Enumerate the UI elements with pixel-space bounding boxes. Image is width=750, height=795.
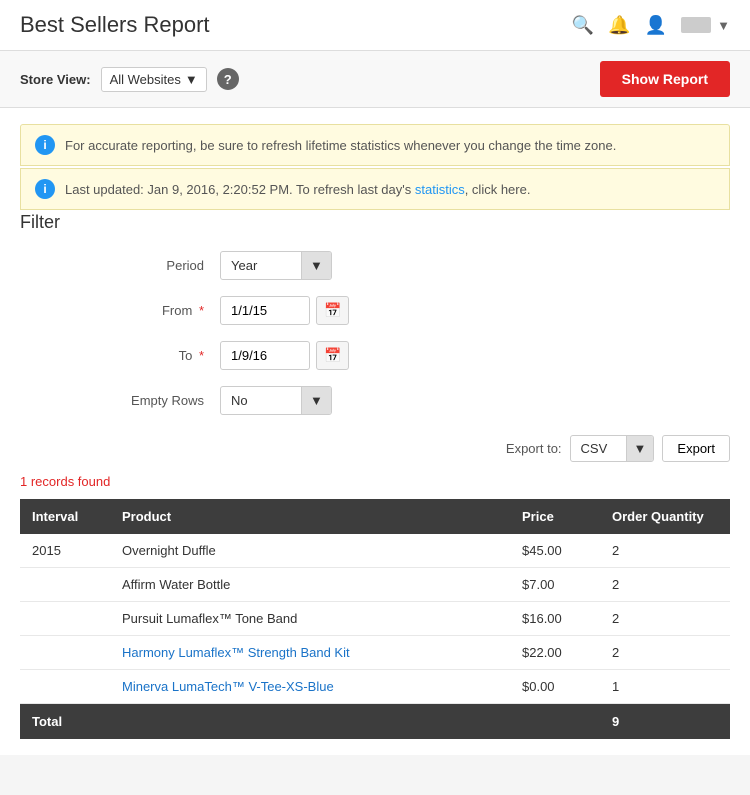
table-row: Pursuit Lumaflex™ Tone Band$16.002 <box>20 602 730 636</box>
user-avatar <box>681 17 711 33</box>
filter-form: Period Year ▼ From * 📅 To * <box>20 251 730 415</box>
cell-price: $45.00 <box>510 534 600 568</box>
empty-rows-label: Empty Rows <box>20 393 220 408</box>
export-format-value: CSV <box>571 436 626 461</box>
store-view-arrow: ▼ <box>185 72 198 87</box>
cell-price: $16.00 <box>510 602 600 636</box>
store-view-label: Store View: <box>20 72 91 87</box>
col-header-price: Price <box>510 499 600 534</box>
cell-product: Overnight Duffle <box>110 534 510 568</box>
cell-product: Affirm Water Bottle <box>110 568 510 602</box>
user-area[interactable]: ▼ <box>681 17 730 33</box>
from-required: * <box>195 303 204 318</box>
col-header-interval: Interval <box>20 499 110 534</box>
product-link[interactable]: Harmony Lumaflex™ Strength Band Kit <box>122 645 350 660</box>
empty-rows-value: No <box>221 387 301 414</box>
store-view-dropdown[interactable]: All Websites ▼ <box>101 67 207 92</box>
empty-rows-control: No ▼ <box>220 386 332 415</box>
product-link[interactable]: Minerva LumaTech™ V-Tee-XS-Blue <box>122 679 334 694</box>
period-arrow[interactable]: ▼ <box>301 252 331 279</box>
table-row: Harmony Lumaflex™ Strength Band Kit $22.0… <box>20 636 730 670</box>
empty-rows-select[interactable]: No ▼ <box>220 386 332 415</box>
to-label: To * <box>20 348 220 363</box>
export-row: Export to: CSV ▼ Export <box>20 435 730 462</box>
records-found: 1 records found <box>20 474 730 489</box>
empty-rows-row: Empty Rows No ▼ <box>20 386 730 415</box>
cell-interval: 2015 <box>20 534 110 568</box>
cell-qty: 2 <box>600 602 730 636</box>
search-icon[interactable]: 🔍 <box>572 15 594 36</box>
top-header: Best Sellers Report 🔍 🔔 👤 ▼ <box>0 0 750 51</box>
to-control: 📅 <box>220 341 349 370</box>
main-content: i For accurate reporting, be sure to ref… <box>0 108 750 755</box>
cell-interval <box>20 602 110 636</box>
info-text-before: Last updated: Jan 9, 2016, 2:20:52 PM. T… <box>65 182 415 197</box>
table-row: Minerva LumaTech™ V-Tee-XS-Blue $0.001 <box>20 670 730 704</box>
store-view-bar: Store View: All Websites ▼ ? Show Report <box>0 51 750 108</box>
statistics-link[interactable]: statistics <box>415 182 465 197</box>
info-icon-1: i <box>35 135 55 155</box>
show-report-button[interactable]: Show Report <box>600 61 730 97</box>
to-required: * <box>195 348 204 363</box>
col-header-qty: Order Quantity <box>600 499 730 534</box>
info-banner-1: i For accurate reporting, be sure to ref… <box>20 124 730 166</box>
cell-price: $0.00 <box>510 670 600 704</box>
cell-product[interactable]: Harmony Lumaflex™ Strength Band Kit <box>110 636 510 670</box>
export-format-select[interactable]: CSV ▼ <box>570 435 655 462</box>
info-icon-2: i <box>35 179 55 199</box>
cell-qty: 2 <box>600 636 730 670</box>
info-text-2: Last updated: Jan 9, 2016, 2:20:52 PM. T… <box>65 182 530 197</box>
cell-qty: 2 <box>600 534 730 568</box>
cell-price: $22.00 <box>510 636 600 670</box>
from-input[interactable] <box>220 296 310 325</box>
cell-price: $7.00 <box>510 568 600 602</box>
table-row: 2015Overnight Duffle$45.002 <box>20 534 730 568</box>
total-label-cell: Total <box>20 704 110 740</box>
to-input[interactable] <box>220 341 310 370</box>
cell-interval <box>20 670 110 704</box>
period-value: Year <box>221 252 301 279</box>
to-calendar-icon[interactable]: 📅 <box>316 341 349 370</box>
cell-product[interactable]: Minerva LumaTech™ V-Tee-XS-Blue <box>110 670 510 704</box>
from-calendar-icon[interactable]: 📅 <box>316 296 349 325</box>
help-icon[interactable]: ? <box>217 68 239 90</box>
col-header-product: Product <box>110 499 510 534</box>
period-label: Period <box>20 258 220 273</box>
total-qty-cell: 9 <box>600 704 730 740</box>
user-icon[interactable]: 👤 <box>645 15 667 36</box>
report-table: Interval Product Price Order Quantity 20… <box>20 499 730 739</box>
from-control: 📅 <box>220 296 349 325</box>
empty-rows-arrow[interactable]: ▼ <box>301 387 331 414</box>
info-text-1: For accurate reporting, be sure to refre… <box>65 138 616 153</box>
info-banner-2: i Last updated: Jan 9, 2016, 2:20:52 PM.… <box>20 168 730 210</box>
filter-title: Filter <box>20 212 730 233</box>
table-row: Affirm Water Bottle$7.002 <box>20 568 730 602</box>
cell-interval <box>20 636 110 670</box>
to-row: To * 📅 <box>20 341 730 370</box>
table-header-row: Interval Product Price Order Quantity <box>20 499 730 534</box>
page-title: Best Sellers Report <box>20 12 210 38</box>
user-dropdown-arrow: ▼ <box>717 18 730 33</box>
from-row: From * 📅 <box>20 296 730 325</box>
period-select[interactable]: Year ▼ <box>220 251 332 280</box>
info-text-after: , click here. <box>465 182 531 197</box>
from-label: From * <box>20 303 220 318</box>
store-view-value: All Websites <box>110 72 181 87</box>
store-view-left: Store View: All Websites ▼ ? <box>20 67 239 92</box>
table-total-row: Total 9 <box>20 704 730 740</box>
period-control: Year ▼ <box>220 251 332 280</box>
header-icons: 🔍 🔔 👤 ▼ <box>572 15 730 36</box>
total-price-cell <box>510 704 600 740</box>
cell-qty: 1 <box>600 670 730 704</box>
cell-qty: 2 <box>600 568 730 602</box>
total-empty-cell <box>110 704 510 740</box>
cell-interval <box>20 568 110 602</box>
cell-product: Pursuit Lumaflex™ Tone Band <box>110 602 510 636</box>
period-row: Period Year ▼ <box>20 251 730 280</box>
export-format-arrow[interactable]: ▼ <box>626 436 654 461</box>
export-button[interactable]: Export <box>662 435 730 462</box>
bell-icon[interactable]: 🔔 <box>608 15 630 36</box>
export-label: Export to: <box>506 441 562 456</box>
